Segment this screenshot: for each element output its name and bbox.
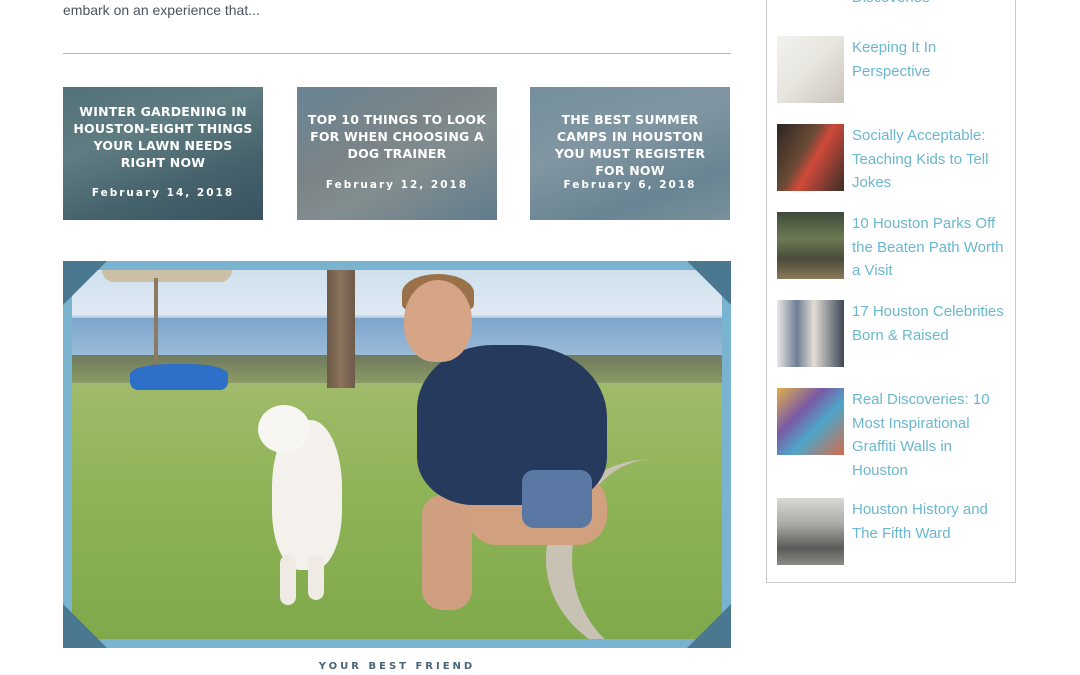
- umbrella: [102, 270, 232, 282]
- image-caption: YOUR BEST FRIEND: [318, 661, 476, 672]
- sidebar-item-link[interactable]: Keeping It In Perspective: [852, 36, 1012, 83]
- sidebar-item-link[interactable]: Houston History and The Fifth Ward: [852, 498, 1012, 545]
- related-post-title[interactable]: TOP 10 THINGS TO LOOK FOR WHEN CHOOSING …: [307, 111, 487, 162]
- post-thumbnail[interactable]: [777, 388, 844, 455]
- related-post-title[interactable]: THE BEST SUMMER CAMPS IN HOUSTON YOU MUS…: [540, 111, 720, 179]
- sidebar-recent-posts: Discoveries Keeping It In Perspective So…: [766, 0, 1016, 583]
- post-excerpt: embark on an experience that...: [63, 2, 260, 18]
- man-shorts: [522, 470, 592, 528]
- sidebar-item-link[interactable]: 10 Houston Parks Off the Beaten Path Wor…: [852, 212, 1012, 283]
- sidebar-item-link[interactable]: Socially Acceptable: Teaching Kids to Te…: [852, 124, 1012, 195]
- featured-photo: [72, 270, 722, 639]
- frame-corner: [63, 261, 107, 305]
- post-thumbnail[interactable]: [777, 300, 844, 367]
- puppy-leg: [280, 555, 296, 605]
- frame-corner: [687, 604, 731, 648]
- sidebar-item-link[interactable]: Discoveries: [852, 0, 1012, 10]
- post-thumbnail[interactable]: [777, 36, 844, 103]
- sea: [72, 318, 722, 358]
- related-post-tile[interactable]: THE BEST SUMMER CAMPS IN HOUSTON YOU MUS…: [530, 87, 730, 220]
- divider: [63, 53, 731, 54]
- frame-corner: [63, 604, 107, 648]
- featured-image-frame: [63, 261, 731, 648]
- puppy-head: [258, 405, 310, 453]
- sidebar-item-link[interactable]: Real Discoveries: 10 Most Inspirational …: [852, 388, 1012, 482]
- beach-tarp: [130, 364, 228, 390]
- related-post-date: February 12, 2018: [325, 179, 469, 191]
- frame-corner: [687, 261, 731, 305]
- related-post-title[interactable]: WINTER GARDENING IN HOUSTON-EIGHT THINGS…: [73, 103, 253, 171]
- related-post-tile[interactable]: TOP 10 THINGS TO LOOK FOR WHEN CHOOSING …: [297, 87, 497, 220]
- related-post-date: February 14, 2018: [91, 187, 235, 199]
- post-thumbnail[interactable]: [777, 212, 844, 279]
- sidebar-item-link[interactable]: 17 Houston Celebrities Born & Raised: [852, 300, 1012, 347]
- umbrella-pole: [154, 278, 158, 368]
- post-thumbnail[interactable]: [777, 498, 844, 565]
- post-thumbnail[interactable]: [777, 124, 844, 191]
- palm-trunk: [327, 270, 355, 388]
- related-post-date: February 6, 2018: [563, 179, 697, 191]
- related-post-tile[interactable]: WINTER GARDENING IN HOUSTON-EIGHT THINGS…: [63, 87, 263, 220]
- man-shin: [422, 495, 472, 610]
- puppy-leg: [308, 555, 324, 600]
- man-head: [404, 280, 472, 362]
